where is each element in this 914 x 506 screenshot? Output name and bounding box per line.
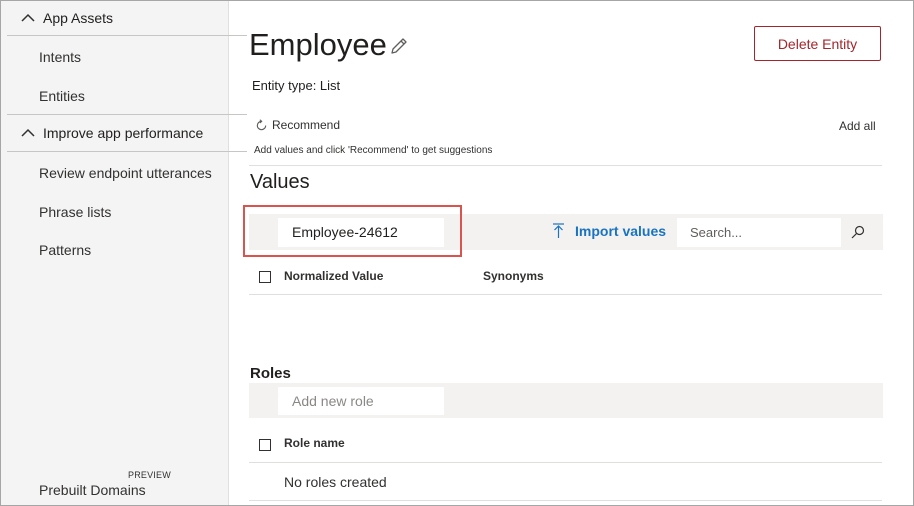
sidebar-section-title: Improve app performance (43, 125, 204, 141)
sidebar-divider (7, 151, 247, 152)
sidebar-item-patterns[interactable]: Patterns (39, 242, 91, 258)
app-window: App Assets Intents Entities Improve app … (0, 0, 914, 506)
search-input[interactable]: Search... (677, 218, 841, 247)
sidebar-divider (7, 114, 247, 115)
import-values-label: Import values (575, 223, 667, 239)
recommend-button[interactable]: Recommend (255, 118, 340, 132)
sidebar-section-title: App Assets (43, 10, 114, 26)
delete-entity-button[interactable]: Delete Entity (754, 26, 881, 61)
roles-heading: Roles (250, 365, 291, 382)
divider (249, 294, 882, 295)
search-icon[interactable] (851, 225, 865, 239)
select-all-roles-checkbox[interactable] (259, 439, 271, 451)
divider (249, 165, 882, 166)
page-title: Employee (249, 27, 387, 62)
sidebar-section-improve-performance[interactable]: Improve app performance (7, 116, 247, 150)
divider (249, 500, 882, 501)
chevron-up-icon (21, 128, 35, 137)
sidebar-section-app-assets[interactable]: App Assets (7, 1, 247, 35)
add-role-input[interactable]: Add new role (278, 387, 444, 415)
recommend-label: Recommend (272, 118, 341, 132)
column-header-normalized-value[interactable]: Normalized Value (284, 269, 383, 283)
sidebar-item-review-endpoint-utterances[interactable]: Review endpoint utterances (39, 165, 212, 181)
sidebar-item-prebuilt-domains[interactable]: Prebuilt Domains (39, 482, 146, 498)
chevron-up-icon (21, 13, 35, 22)
import-values-button[interactable]: Import values (552, 223, 666, 239)
highlight-box (243, 205, 462, 257)
refresh-icon (256, 118, 267, 130)
column-header-synonyms[interactable]: Synonyms (483, 269, 544, 283)
column-header-role-name[interactable]: Role name (284, 436, 345, 450)
values-heading: Values (250, 171, 310, 193)
sidebar-item-phrase-lists[interactable]: Phrase lists (39, 204, 111, 220)
sidebar-item-entities[interactable]: Entities (39, 88, 85, 104)
recommend-hint: Add values and click 'Recommend' to get … (254, 145, 493, 156)
empty-roles-message: No roles created (284, 474, 387, 490)
preview-badge: PREVIEW (128, 470, 171, 480)
upload-icon (553, 223, 564, 238)
add-all-button[interactable]: Add all (839, 119, 876, 133)
sidebar-item-intents[interactable]: Intents (39, 49, 81, 65)
pencil-icon[interactable] (389, 36, 409, 56)
sidebar-nav: App Assets Intents Entities Improve app … (1, 1, 247, 505)
entity-type-label: Entity type: List (252, 78, 341, 93)
divider (249, 462, 882, 463)
select-all-values-checkbox[interactable] (259, 271, 271, 283)
sidebar-divider (7, 35, 247, 36)
